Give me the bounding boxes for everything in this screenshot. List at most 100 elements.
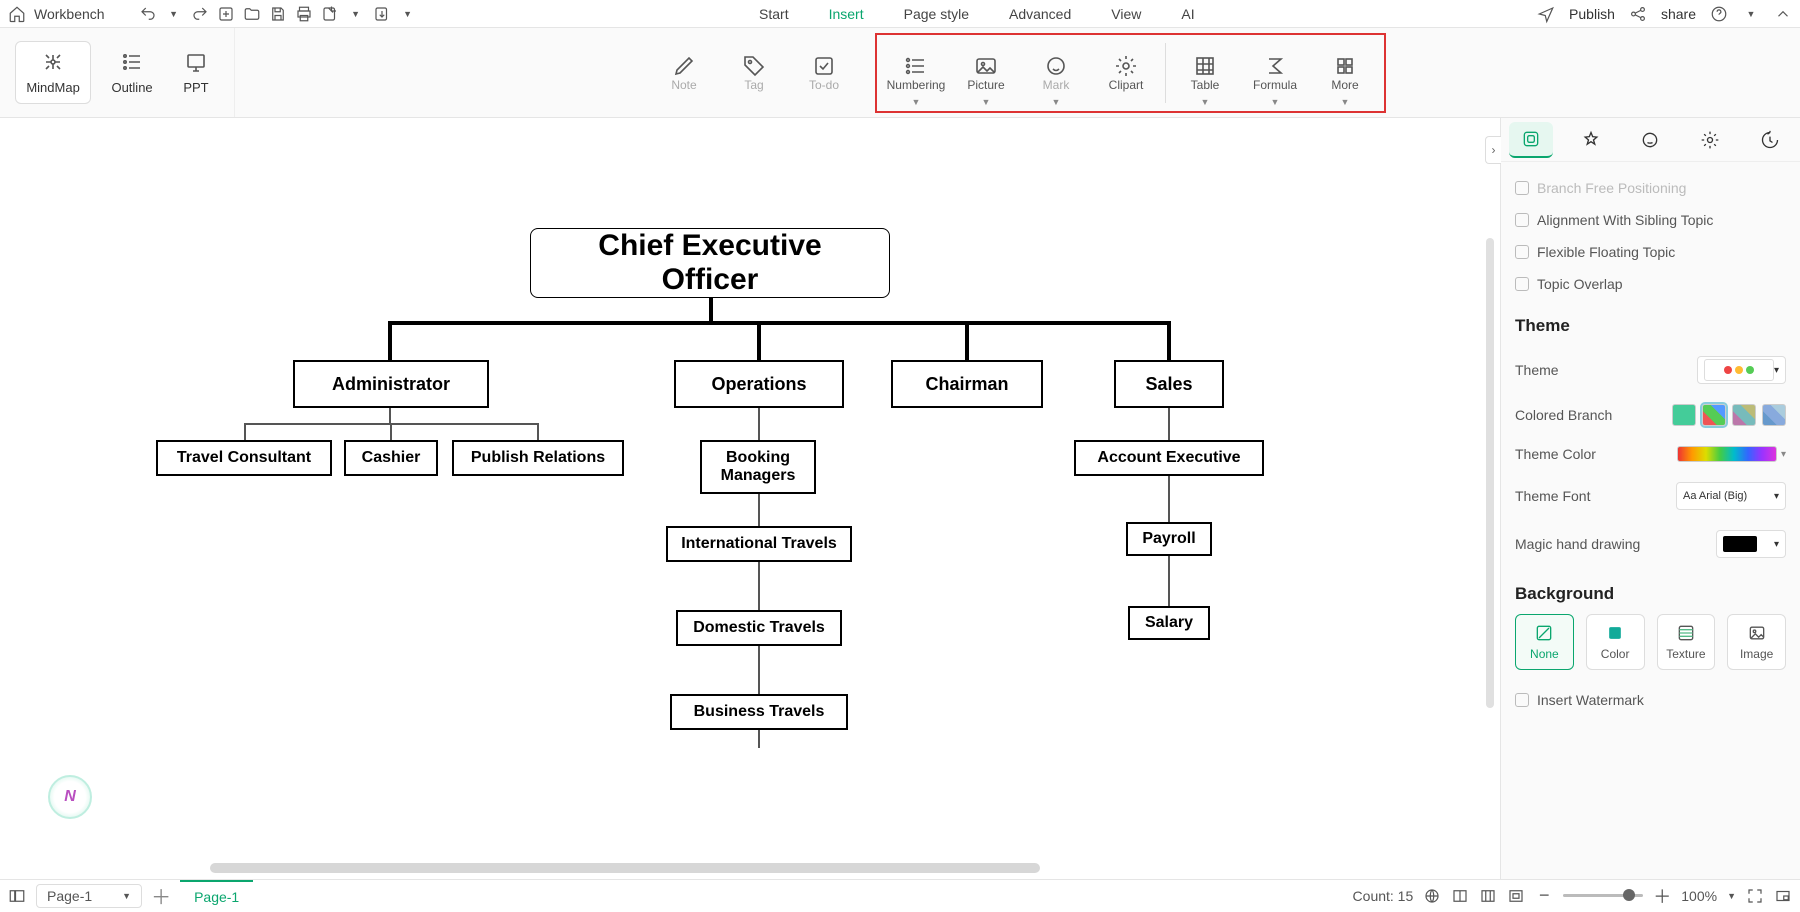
branch-swatch-2[interactable] [1702,404,1726,426]
chk-sibling-align[interactable]: Alignment With Sibling Topic [1537,212,1713,228]
top-menubar: Workbench ▼ ▼ ▼ Start Insert Page style … [0,0,1800,28]
tab-pagestyle[interactable]: Page style [904,6,969,22]
tab-insert[interactable]: Insert [829,6,864,22]
paneltab-settings[interactable] [1688,122,1732,158]
tool-table[interactable]: Table▼ [1170,37,1240,109]
bg-texture[interactable]: Texture [1657,614,1716,670]
theme-color-strip[interactable] [1677,446,1777,462]
paneltab-layout[interactable] [1509,122,1553,158]
redo-icon[interactable] [191,5,209,23]
zoom-in-icon[interactable]: ＋ [1653,887,1671,905]
node-sales[interactable]: Sales [1114,360,1224,408]
tool-clipart[interactable]: Clipart [1091,37,1161,109]
new-icon[interactable] [217,5,235,23]
node-domestic-travels[interactable]: Domestic Travels [676,610,842,646]
node-travel-consultant[interactable]: Travel Consultant [156,440,332,476]
bg-none[interactable]: None [1515,614,1574,670]
node-cashier[interactable]: Cashier [344,440,438,476]
export-icon[interactable] [321,5,339,23]
tool-more[interactable]: More▼ [1310,37,1380,109]
share-label[interactable]: share [1661,6,1696,22]
node-ceo[interactable]: Chief Executive Officer [530,228,890,298]
tool-mark[interactable]: Mark▼ [1021,37,1091,109]
tool-note[interactable]: Note [649,37,719,109]
share-icon[interactable] [1629,5,1647,23]
horizontal-scrollbar[interactable] [210,863,1040,873]
chk-flexible-floating[interactable]: Flexible Floating Topic [1537,244,1675,260]
chk-branch-free[interactable]: Branch Free Positioning [1537,180,1686,196]
tab-ai[interactable]: AI [1181,6,1194,22]
bg-color[interactable]: Color [1586,614,1645,670]
bg-image[interactable]: Image [1727,614,1786,670]
branch-swatch-3[interactable] [1732,404,1756,426]
paneltab-icon[interactable] [1628,122,1672,158]
node-publish-relations[interactable]: Publish Relations [452,440,624,476]
theme-font-dropdown[interactable]: Aa Arial (Big) ▾ [1676,482,1786,510]
import-icon[interactable] [373,5,391,23]
panel-collapse-handle[interactable]: › [1485,136,1501,164]
undo-caret[interactable]: ▼ [165,5,183,23]
chk-topic-overlap[interactable]: Topic Overlap [1537,276,1623,292]
view-mindmap[interactable]: MindMap [15,41,90,104]
chevron-down-icon: ▼ [912,97,921,107]
theme-dropdown[interactable]: ▾ [1697,356,1786,384]
globe-icon[interactable] [1423,887,1441,905]
split1-icon[interactable] [1451,887,1469,905]
publish-label[interactable]: Publish [1569,6,1615,22]
branch-swatch-4[interactable] [1762,404,1786,426]
pages-panel-icon[interactable] [8,887,26,905]
status-bar: Page-1▼ ＋ Page-1 Count: 15 − ＋ 100%▼ [0,879,1800,911]
export-caret[interactable]: ▼ [347,5,365,23]
node-operations[interactable]: Operations [674,360,844,408]
help-icon[interactable] [1710,5,1728,23]
page-selector[interactable]: Page-1▼ [36,884,142,908]
vertical-scrollbar[interactable] [1486,238,1494,708]
page-tab-1[interactable]: Page-1 [180,880,253,912]
tab-start[interactable]: Start [759,6,789,22]
save-icon[interactable] [269,5,287,23]
help-caret[interactable]: ▼ [1742,5,1760,23]
node-international-travels[interactable]: International Travels [666,526,852,562]
import-caret[interactable]: ▼ [399,5,417,23]
tool-tag[interactable]: Tag [719,37,789,109]
view-outline[interactable]: Outline [101,42,162,103]
magic-hand-dropdown[interactable]: ▾ [1716,530,1786,558]
chevron-down-icon[interactable]: ▾ [1781,449,1786,460]
split2-icon[interactable] [1479,887,1497,905]
node-salary[interactable]: Salary [1128,606,1210,640]
node-chairman[interactable]: Chairman [891,360,1043,408]
publish-icon[interactable] [1537,5,1555,23]
home-icon[interactable] [8,5,26,23]
canvas[interactable]: Chief Executive Officer Administrator Op… [0,118,1500,879]
paneltab-history[interactable] [1748,122,1792,158]
tool-numbering[interactable]: Numbering▼ [881,37,951,109]
tool-todo[interactable]: To-do [789,37,859,109]
undo-icon[interactable] [139,5,157,23]
zoom-slider[interactable] [1563,894,1643,897]
tool-formula[interactable]: Formula▼ [1240,37,1310,109]
node-business-travels[interactable]: Business Travels [670,694,848,730]
print-icon[interactable] [295,5,313,23]
tab-advanced[interactable]: Advanced [1009,6,1071,22]
tool-picture[interactable]: Picture▼ [951,37,1021,109]
paneltab-style[interactable] [1569,122,1613,158]
workbench-label[interactable]: Workbench [34,6,105,22]
fullscreen-icon[interactable] [1746,887,1764,905]
node-administrator[interactable]: Administrator [293,360,489,408]
add-page-icon[interactable]: ＋ [152,887,170,905]
fit-icon[interactable] [1507,887,1525,905]
minimap-icon[interactable] [1774,887,1792,905]
node-booking-managers[interactable]: Booking Managers [700,440,816,494]
node-account-executive[interactable]: Account Executive [1074,440,1264,476]
tab-view[interactable]: View [1111,6,1141,22]
view-ppt[interactable]: PPT [173,42,218,103]
node-payroll[interactable]: Payroll [1126,522,1212,556]
zoom-value[interactable]: 100% [1681,888,1717,904]
branch-swatch-1[interactable] [1672,404,1696,426]
chevron-down-icon[interactable]: ▼ [1727,891,1736,901]
assistant-badge[interactable]: N [48,775,92,819]
open-icon[interactable] [243,5,261,23]
zoom-out-icon[interactable]: − [1535,887,1553,905]
collapse-ribbon-icon[interactable] [1774,5,1792,23]
chk-watermark[interactable]: Insert Watermark [1537,692,1644,708]
